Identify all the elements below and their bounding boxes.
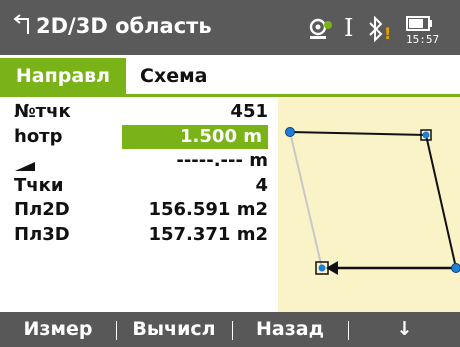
compute-button[interactable]: Вычисл (117, 312, 231, 347)
area-3d-value: 157.371 m2 (148, 223, 268, 245)
back-button[interactable]: Назад (233, 312, 347, 347)
row-point-number: №тчк 451 (0, 100, 272, 125)
status-icons: I ! 15:57 (306, 10, 456, 46)
area-2d-value: 156.591 m2 (148, 199, 268, 220)
row-points-count: Тчки 4 (0, 174, 272, 199)
clock-time: 15:57 (406, 33, 440, 46)
measurement-fields: №тчк 451 hотр 1.500 m -----.--- m Тчки 4… (0, 100, 272, 247)
area-sketch-svg (285, 127, 460, 275)
target-height-label: hотр (14, 125, 63, 147)
edge-top (289, 131, 427, 136)
target-height-input[interactable]: 1.500 m (122, 124, 268, 149)
closing-edge (289, 131, 323, 269)
tab-scheme[interactable]: Схема (132, 58, 240, 94)
points-count-value: 4 (255, 174, 268, 196)
measure-button[interactable]: Измер (0, 312, 116, 347)
tab-bar: Направл Схема (0, 58, 460, 94)
area-3d-label: Пл3D (14, 223, 70, 245)
bluetooth-icon (368, 15, 384, 46)
row-target-height: hотр 1.500 m (0, 124, 272, 149)
points-count-label: Тчки (14, 174, 64, 196)
back-arrow-icon[interactable] (12, 14, 32, 42)
scroll-down-button[interactable]: ↓ (349, 312, 460, 347)
height-difference-value: -----.--- m (176, 150, 268, 171)
title-bar: 2D/3D область I ! 15:57 (0, 0, 460, 55)
prism-target-icon (306, 14, 334, 46)
area-2d-label: Пл2D (14, 199, 70, 220)
row-area-2d: Пл2D 156.591 m2 (0, 198, 272, 223)
edge-right (425, 134, 457, 269)
row-area-3d: Пл3D 157.371 m2 (0, 223, 272, 248)
warning-icon: ! (384, 24, 392, 43)
softkey-bar: Измер Вычисл Назад ↓ (0, 312, 460, 347)
area-sketch-plot[interactable] (278, 98, 460, 312)
cursor-icon: I (344, 14, 354, 42)
slope-icon (14, 155, 36, 171)
point-marker[interactable] (451, 263, 460, 273)
tab-underline (0, 94, 460, 97)
point-marker-boxed[interactable] (420, 129, 432, 141)
row-height-difference: -----.--- m (0, 149, 272, 174)
page-title: 2D/3D область (36, 14, 212, 38)
point-number-label: №тчк (14, 101, 71, 122)
point-number-value[interactable]: 451 (230, 100, 268, 125)
point-marker[interactable] (285, 127, 295, 137)
tab-direction[interactable]: Направл (0, 58, 126, 94)
